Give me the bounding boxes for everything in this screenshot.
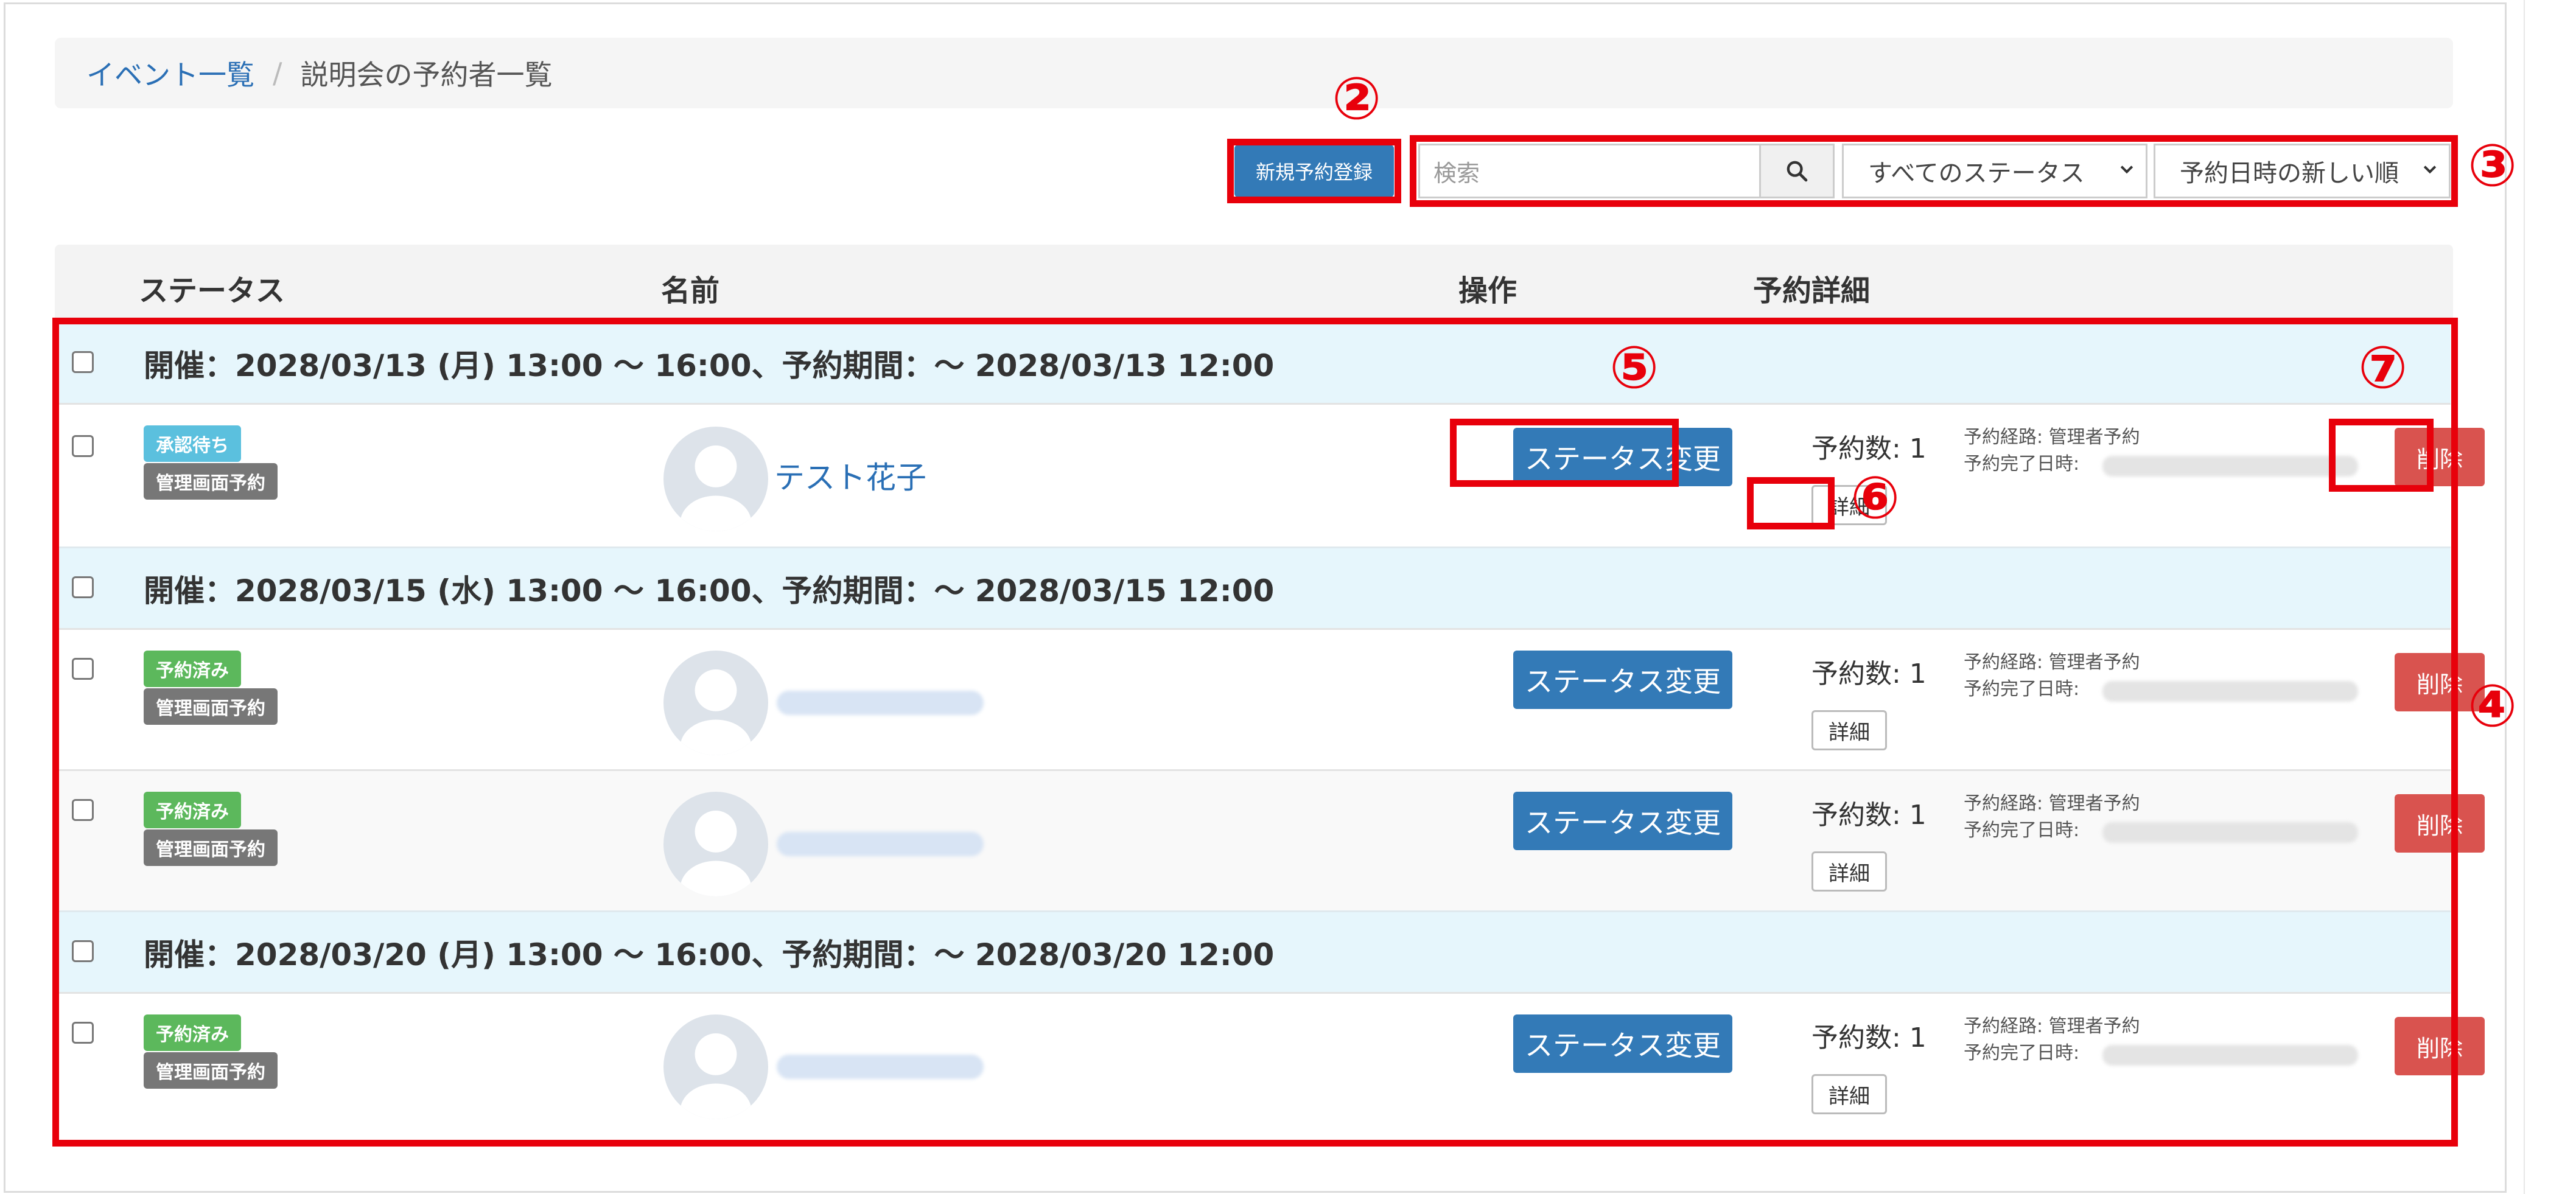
- annotation-box-6: [1747, 477, 1835, 529]
- header-action: 操作: [1458, 274, 1517, 308]
- breadcrumb-event-list-link[interactable]: イベント一覧: [86, 53, 254, 93]
- annotation-box-4: [52, 318, 2458, 1147]
- marker-5: ⑤: [1609, 333, 1659, 402]
- marker-4: ④: [2468, 672, 2518, 740]
- annotation-box-2: [1227, 139, 1401, 203]
- breadcrumb-separator: /: [273, 57, 282, 89]
- header-status: ステータス: [139, 274, 285, 308]
- annotation-box-3: [1410, 135, 2458, 207]
- marker-7: ⑦: [2358, 333, 2408, 402]
- annotation-box-7: [2329, 419, 2434, 492]
- annotation-box-5: [1450, 419, 1679, 487]
- breadcrumb-current: 説明会の予約者一覧: [300, 58, 553, 91]
- breadcrumb: イベント一覧 / 説明会の予約者一覧: [55, 38, 2453, 108]
- header-name: 名前: [661, 274, 720, 308]
- header-detail: 予約詳細: [1753, 274, 1871, 308]
- table-header: ステータス 名前 操作 予約詳細: [55, 245, 2453, 320]
- marker-2: ②: [1332, 65, 1382, 133]
- scroll-divider: [2524, 0, 2525, 1194]
- marker-6: ⑥: [1850, 464, 1900, 532]
- marker-3: ③: [2468, 131, 2518, 200]
